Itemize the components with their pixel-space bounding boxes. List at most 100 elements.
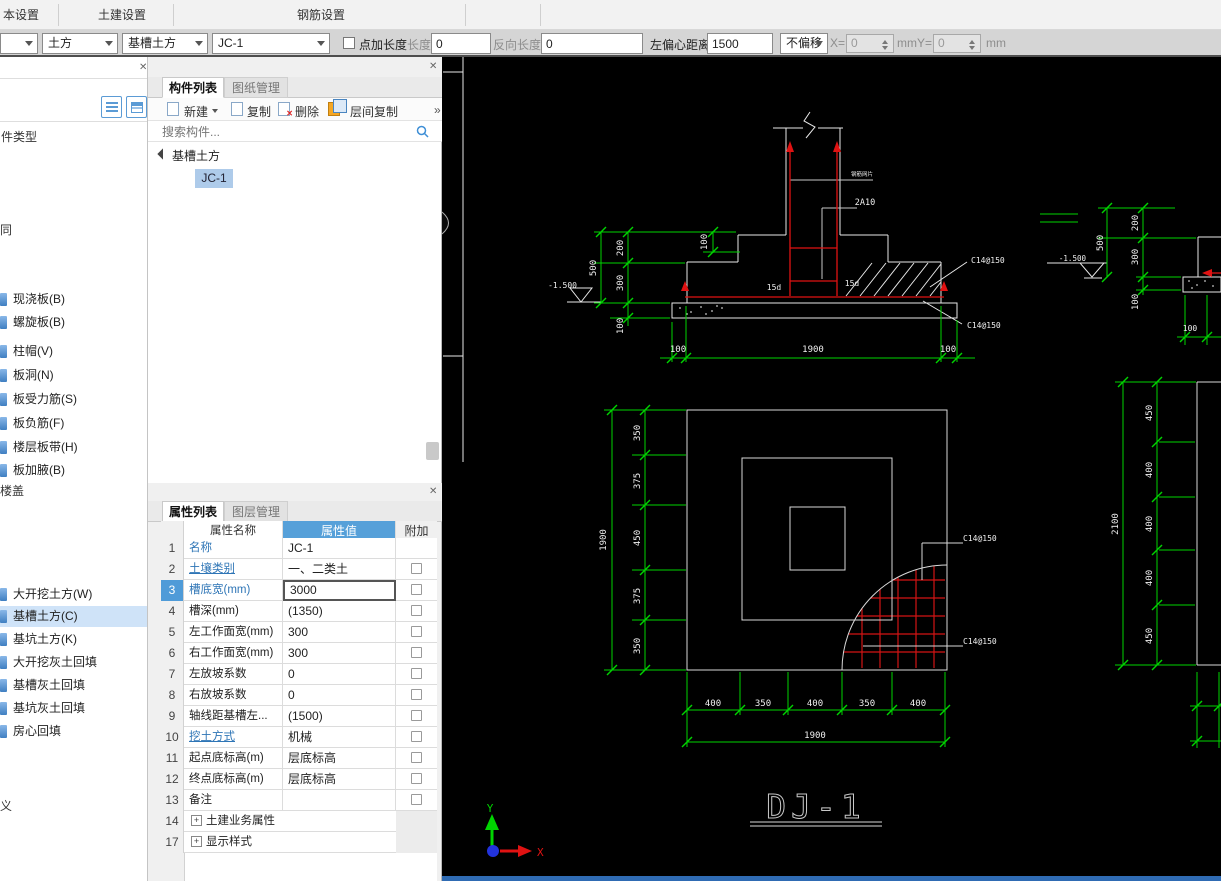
interlayer-copy-icon[interactable] — [328, 99, 347, 116]
floor-combo[interactable] — [0, 33, 38, 54]
point-add-length-checkbox[interactable] — [343, 37, 355, 49]
dim-label: 400 — [807, 699, 823, 709]
attach-checkbox[interactable] — [411, 563, 422, 574]
expand-icon[interactable] — [191, 836, 202, 847]
tree-group-label[interactable]: 基槽土方 — [172, 147, 220, 164]
expand-icon[interactable] — [191, 815, 202, 826]
sidebar-item-slab-hole[interactable]: 板洞(N) — [0, 365, 147, 386]
chevron-down-icon[interactable] — [212, 109, 218, 116]
close-icon[interactable]: ✕ — [429, 487, 437, 497]
divider — [0, 121, 147, 122]
element-toolbar: 土方 基槽土方 JC-1 点加长度 长度: 反向长度: 左偏心距离: 不偏移 X… — [0, 30, 1221, 57]
sidebar-item-slab-main-rebar[interactable]: 板受力筋(S) — [0, 389, 147, 410]
search-input[interactable] — [162, 123, 412, 140]
x-label: X= — [830, 36, 846, 50]
x-spinner[interactable]: 0 — [846, 34, 894, 53]
delete-icon[interactable] — [278, 102, 293, 118]
scrollbar-thumb[interactable] — [426, 442, 439, 460]
attach-checkbox[interactable] — [411, 626, 422, 637]
left-offset-input[interactable] — [707, 33, 773, 54]
component-tree: 基槽土方 JC-1 — [148, 142, 441, 483]
ribbon-separator — [465, 4, 466, 26]
attach-checkbox[interactable] — [411, 794, 422, 805]
toolbar-overflow-button[interactable]: » — [434, 103, 441, 117]
sidebar-item-spiral-slab[interactable]: 螺旋板(B) — [0, 312, 147, 333]
attach-checkbox[interactable] — [411, 584, 422, 595]
attach-checkbox[interactable] — [411, 710, 422, 721]
column-cap-icon — [0, 345, 7, 358]
copy-icon[interactable] — [231, 102, 243, 116]
tab-drawing-management[interactable]: 图纸管理 — [224, 77, 288, 98]
sidebar-item-slab-haunch[interactable]: 板加腋(B) — [0, 460, 147, 481]
rebar-label: C14@150 — [967, 321, 1001, 330]
element-combo[interactable]: JC-1 — [212, 33, 330, 54]
rebar-label: C14@150 — [963, 637, 997, 646]
close-icon[interactable]: ✕ — [139, 63, 147, 73]
tree-item-jc1[interactable]: JC-1 — [195, 169, 233, 188]
y-spinner[interactable]: 0 — [933, 34, 981, 53]
backfill-icon — [0, 679, 7, 692]
tab-layer-management[interactable]: 图层管理 — [224, 501, 288, 522]
attach-checkbox[interactable] — [411, 668, 422, 679]
card-view-button[interactable] — [126, 96, 147, 118]
ribbon-tab-structure-settings[interactable]: 土建设置 — [98, 0, 146, 30]
row-number-gutter — [161, 853, 185, 881]
spinner-arrows-icon[interactable] — [969, 37, 978, 53]
length-input[interactable] — [431, 33, 491, 54]
sidebar-item-pit-lime-backfill[interactable]: 基坑灰土回填 — [0, 698, 147, 719]
reverse-length-input[interactable] — [541, 33, 643, 54]
attach-checkbox[interactable] — [411, 752, 422, 763]
sidebar-item-floor-band[interactable]: 楼层板带(H) — [0, 437, 147, 458]
property-panel: ✕ 属性列表 图层管理 属性名称 属性值 附加 1 名称 JC-1 2 土壤类别 一、二… — [148, 483, 442, 881]
y-axis-label: Y — [487, 802, 494, 815]
ribbon-tab-rebar-settings[interactable]: 钢筋设置 — [297, 0, 345, 30]
leader-lines — [790, 179, 873, 279]
new-icon[interactable] — [167, 102, 179, 116]
dim-label: 375 — [633, 588, 643, 604]
interlayer-copy-button[interactable]: 层间复制 — [350, 103, 398, 120]
sidebar-item-trench-earthwork[interactable]: 基槽土方(C) — [0, 606, 147, 627]
new-button[interactable]: 新建 — [184, 103, 208, 120]
sidebar-item-open-excavation[interactable]: 大开挖土方(W) — [0, 584, 147, 605]
tree-expander-icon[interactable] — [157, 148, 169, 160]
tab-component-list[interactable]: 构件列表 — [162, 77, 224, 98]
editing-cell[interactable]: 3000 — [283, 580, 396, 601]
attach-checkbox[interactable] — [411, 605, 422, 616]
delete-button[interactable]: 删除 — [295, 103, 319, 120]
dim-label: 400 — [705, 699, 721, 709]
panel-tabs: 构件列表 图纸管理 — [148, 77, 442, 98]
spinner-arrows-icon[interactable] — [882, 37, 891, 53]
type-combo[interactable]: 基槽土方 — [122, 33, 208, 54]
sidebar-item-pit-earthwork[interactable]: 基坑土方(K) — [0, 629, 147, 650]
search-icon[interactable] — [416, 125, 429, 138]
bottom-scrollbar[interactable] — [442, 876, 1221, 881]
attach-checkbox[interactable] — [411, 647, 422, 658]
sidebar-item-room-backfill[interactable]: 房心回填 — [0, 721, 147, 742]
sidebar-item-slab-negative-rebar[interactable]: 板负筋(F) — [0, 413, 147, 434]
cad-drawing: 500 200 300 100 100 -1.500 100 1900 100 … — [442, 57, 1221, 881]
ucs-axis-icon: Y X — [485, 802, 544, 859]
dim-label: 1900 — [804, 731, 826, 741]
sidebar-item-cast-slab[interactable]: 现浇板(B) — [0, 289, 147, 310]
panel-header: ✕ — [148, 57, 442, 77]
view-title: DJ-1 — [766, 787, 865, 826]
foundation-section-outline — [567, 111, 1221, 325]
property-row: 6 右工作面宽(mm) 300 — [161, 643, 437, 664]
tab-property-list[interactable]: 属性列表 — [162, 501, 224, 522]
sidebar-item-open-lime-backfill[interactable]: 大开挖灰土回填 — [0, 652, 147, 673]
ribbon-tab-basic-settings[interactable]: 本设置 — [3, 0, 39, 30]
cad-canvas[interactable]: 500 200 300 100 100 -1.500 100 1900 100 … — [442, 57, 1221, 881]
dim-label: 200 — [616, 240, 626, 256]
divider — [0, 78, 147, 79]
splitter-collapse-handle[interactable] — [442, 211, 449, 235]
attach-checkbox[interactable] — [411, 689, 422, 700]
attach-checkbox[interactable] — [411, 731, 422, 742]
offset-mode-combo[interactable]: 不偏移 — [780, 33, 828, 54]
close-icon[interactable]: ✕ — [429, 62, 437, 72]
list-view-button[interactable] — [101, 96, 122, 118]
attach-checkbox[interactable] — [411, 773, 422, 784]
sidebar-item-column-cap[interactable]: 柱帽(V) — [0, 341, 147, 362]
sidebar-item-trench-lime-backfill[interactable]: 基槽灰土回填 — [0, 675, 147, 696]
copy-button[interactable]: 复制 — [247, 103, 271, 120]
category-combo[interactable]: 土方 — [42, 33, 118, 54]
